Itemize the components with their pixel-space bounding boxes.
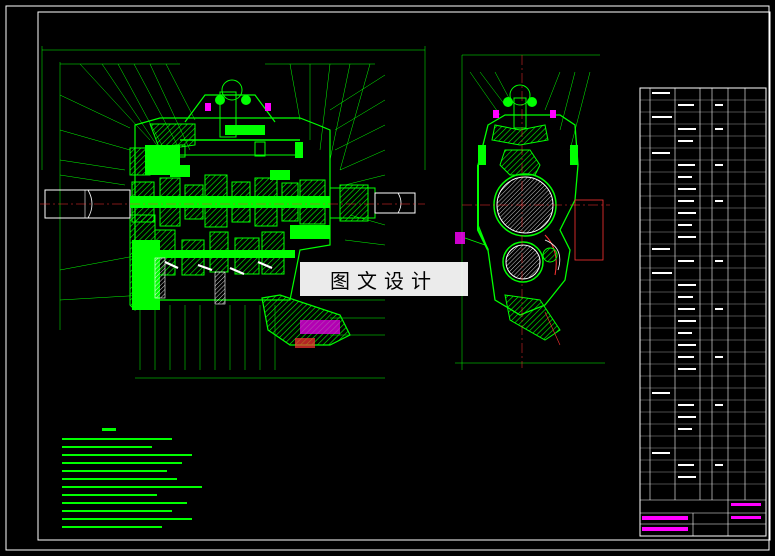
side-section-view — [455, 54, 610, 370]
front-section-view — [40, 46, 426, 379]
parts-list-table — [639, 87, 767, 537]
technical-notes — [62, 428, 202, 528]
watermark-label: 图文设计 — [300, 262, 468, 296]
